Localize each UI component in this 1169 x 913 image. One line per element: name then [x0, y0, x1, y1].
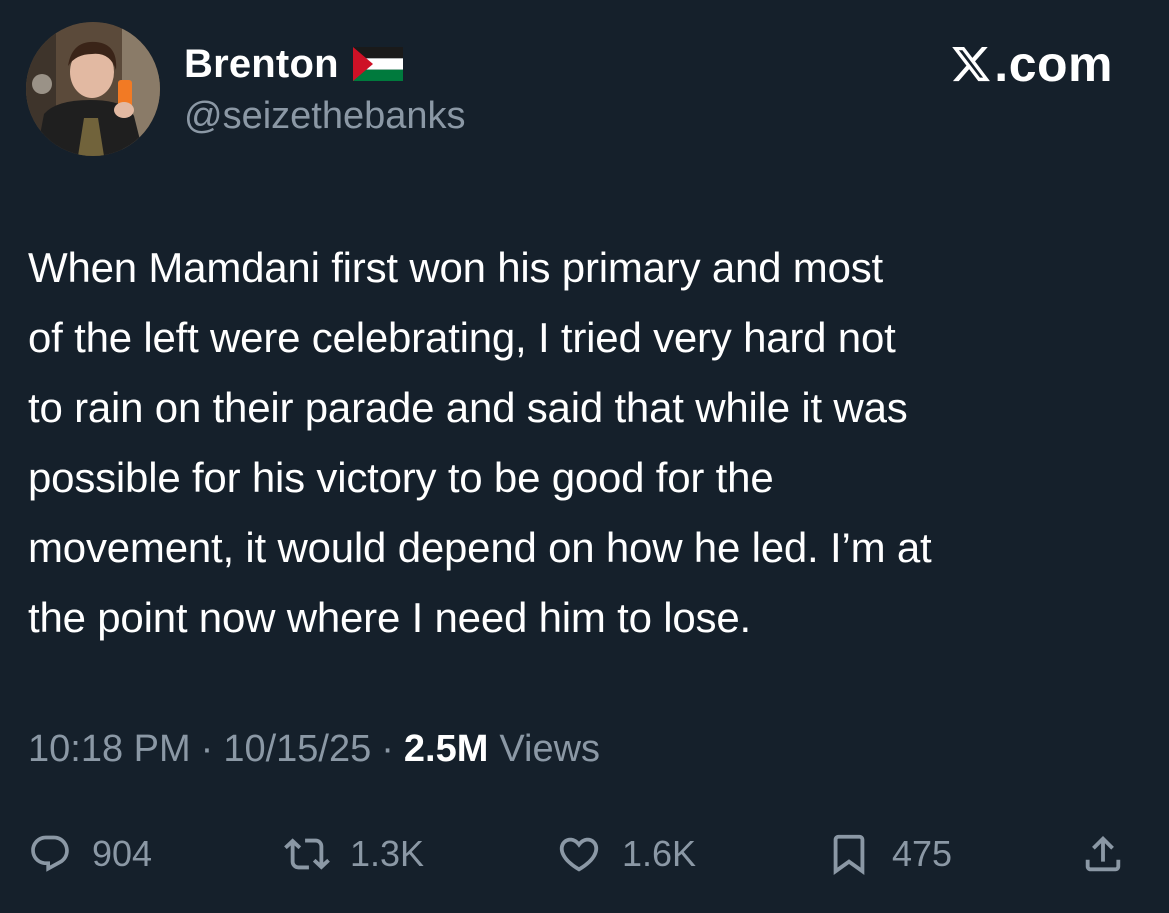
author-handle[interactable]: @seizethebanks [184, 95, 466, 138]
bookmark-button[interactable]: 475 [826, 822, 952, 886]
like-count: 1.6K [622, 833, 697, 874]
reply-count: 904 [92, 833, 153, 874]
x-logo-icon [952, 46, 991, 82]
repost-count: 1.3K [350, 833, 425, 874]
repost-icon [284, 838, 330, 870]
views-label: Views [499, 728, 601, 770]
action-bar: 904 1.3K 1.6K 475 [0, 822, 1169, 886]
repost-button[interactable]: 1.3K [284, 822, 424, 886]
avatar[interactable] [26, 22, 160, 156]
reply-icon [31, 835, 69, 872]
tweet-text: When Mamdani first won his primary and m… [28, 244, 932, 641]
like-button[interactable]: 1.6K [556, 822, 696, 886]
share-button[interactable] [1080, 822, 1126, 886]
palestine-flag-icon [352, 47, 403, 81]
reply-button[interactable]: 904 [28, 822, 152, 886]
brand-logo: .com [950, 36, 1113, 92]
bookmark-icon [833, 834, 865, 875]
brand-label: .com [994, 36, 1113, 92]
meta-separator: · [381, 728, 394, 770]
bookmark-count: 475 [892, 833, 953, 874]
tweet-date[interactable]: 10/15/25 [223, 728, 371, 771]
profile-photo [26, 22, 160, 156]
meta-separator: · [200, 728, 214, 770]
share-icon [1085, 835, 1121, 872]
views-count: 2.5M [403, 728, 489, 770]
tweet-meta: 10:18 PM · 10/15/25 · 2.5M Views [28, 728, 600, 771]
tweet-time[interactable]: 10:18 PM [28, 728, 191, 771]
author-row: Brenton [184, 40, 403, 88]
heart-icon [559, 837, 599, 872]
display-name[interactable]: Brenton [184, 42, 339, 87]
